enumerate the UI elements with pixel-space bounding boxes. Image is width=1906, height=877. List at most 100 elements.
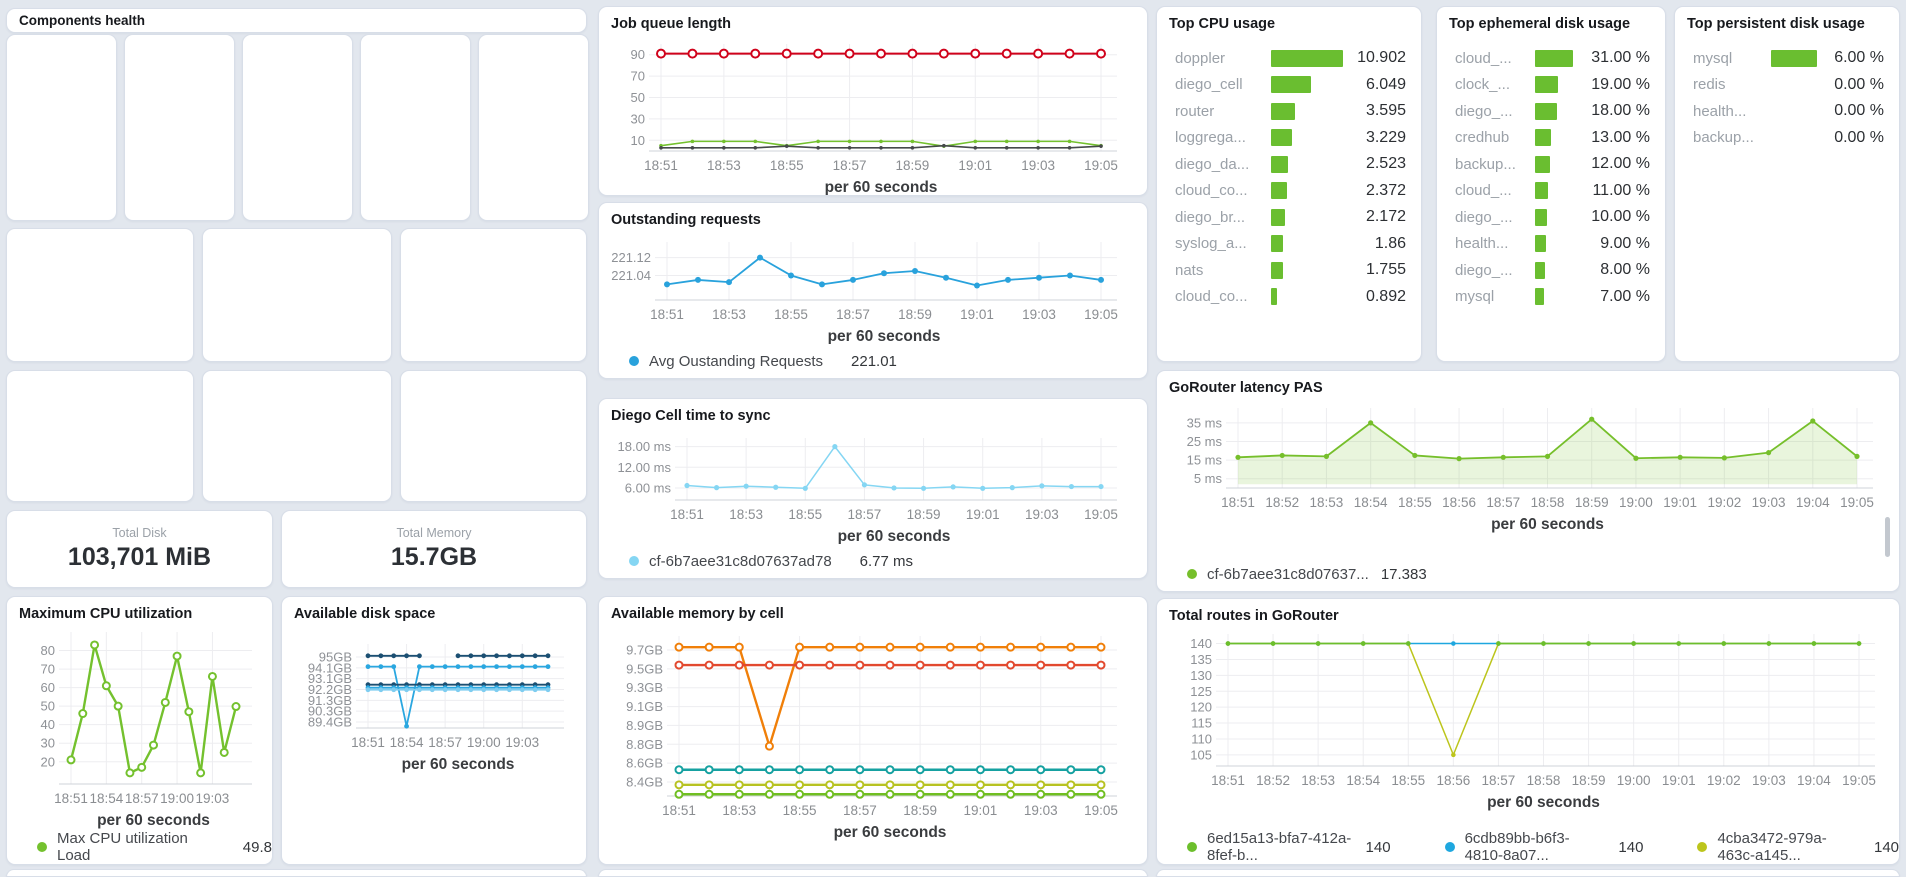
usage-row-value: 19.00 % [1591, 76, 1650, 94]
legend-item[interactable]: Avg Oustanding Requests221.01 [629, 353, 897, 370]
usage-list-row: loggrega...3.229 [1175, 125, 1406, 152]
svg-text:19:03: 19:03 [1021, 158, 1055, 173]
svg-text:19:05: 19:05 [1084, 803, 1118, 818]
svg-text:18.00 ms: 18.00 ms [618, 439, 672, 454]
legend-item[interactable]: 4cba3472-979a-463c-a145...140 [1697, 830, 1899, 864]
gorouter-latency-chart[interactable]: 35 ms25 ms15 ms5 ms18:5118:5218:5318:541… [1157, 396, 1899, 557]
usage-bar [1535, 288, 1544, 305]
stat-tile-max-fetch-cell-state: Max fetch cell state times 0.01 [400, 228, 587, 362]
usage-list-row: cloud_...11.00 % [1455, 178, 1650, 205]
usage-list-row: diego_...10.00 % [1455, 204, 1650, 231]
chart-legend: 6ed15a13-bfa7-412a-8fef-b...140 6cdb89bb-… [1157, 830, 1899, 864]
outstanding-requests-chart[interactable]: 221.12221.0418:5118:5318:5518:5718:5919:… [599, 228, 1147, 344]
svg-text:18:55: 18:55 [770, 158, 804, 173]
usage-row-name: diego_br... [1175, 209, 1271, 226]
panel-title[interactable]: Job queue length [599, 7, 1147, 32]
svg-text:18:57: 18:57 [1486, 495, 1520, 510]
svg-text:30: 30 [631, 111, 645, 126]
svg-text:9.1GB: 9.1GB [626, 699, 663, 714]
panel-title[interactable]: Total routes in GoRouter [1157, 599, 1899, 624]
legend-series-name: Max CPU utilization Load [57, 830, 215, 864]
usage-row-value: 31.00 % [1591, 49, 1650, 67]
svg-text:18:55: 18:55 [774, 307, 808, 322]
svg-text:19:01: 19:01 [964, 803, 998, 818]
stat-label: Backup-Restore [258, 105, 337, 119]
usage-row-name: router [1175, 103, 1271, 120]
svg-text:40: 40 [41, 717, 55, 732]
svg-text:19:05: 19:05 [1084, 307, 1118, 322]
job-queue-chart[interactable]: 907050301018:5118:5318:5518:5718:5919:01… [599, 32, 1147, 195]
svg-text:9.3GB: 9.3GB [626, 680, 663, 695]
usage-bar [1771, 50, 1817, 67]
svg-text:per 60 seconds: per 60 seconds [838, 528, 951, 544]
components-health-header: Components health [6, 8, 587, 33]
available-memory-chart[interactable]: 9.7GB9.5GB9.3GB9.1GB8.9GB8.8GB8.6GB8.4GB… [599, 622, 1147, 864]
svg-text:19:05: 19:05 [1842, 773, 1876, 788]
legend-item[interactable]: Max CPU utilization Load49.8 [37, 830, 272, 864]
panel-top-cpu-usage: Top CPU usage doppler10.902diego_cell6.0… [1156, 6, 1422, 362]
usage-bar [1271, 262, 1283, 279]
svg-text:105: 105 [1190, 747, 1212, 762]
usage-list-row: mysql6.00 % [1693, 45, 1884, 72]
panel-title[interactable]: Diego Cell time to sync [599, 399, 1147, 424]
legend-item[interactable]: 6cdb89bb-b6f3-4810-8a07...140 [1445, 830, 1644, 864]
svg-text:8.8GB: 8.8GB [626, 737, 663, 752]
usage-row-name: diego_... [1455, 209, 1535, 226]
usage-row-value: 13.00 % [1591, 129, 1650, 147]
svg-text:25 ms: 25 ms [1187, 434, 1223, 449]
available-disk-chart[interactable]: 95GB94.1GB93.1GB92.2GB91.3GB90.3GB89.4GB… [282, 622, 586, 864]
panel-title[interactable]: Top CPU usage [1157, 7, 1421, 32]
svg-text:18:51: 18:51 [1211, 773, 1245, 788]
svg-text:per 60 seconds: per 60 seconds [1487, 794, 1600, 811]
legend-item[interactable]: cf-6b7aee31c8d07637ad786.77 ms [629, 553, 913, 570]
svg-text:221.12: 221.12 [611, 250, 651, 265]
usage-bar-track [1271, 156, 1366, 173]
top-persistent-rows: mysql6.00 %redis0.00 %health...0.00 %bac… [1675, 32, 1899, 151]
stat-label: Max Convergence LRP Duration [416, 415, 571, 428]
usage-row-value: 1.755 [1366, 261, 1406, 279]
svg-text:19:03: 19:03 [196, 791, 230, 806]
scrollbar-thumb[interactable] [1885, 517, 1890, 557]
usage-bar-track [1771, 50, 1834, 67]
usage-row-name: clock_... [1455, 76, 1535, 93]
svg-text:140: 140 [1190, 636, 1212, 651]
usage-list-row: syslog_a...1.86 [1175, 231, 1406, 258]
usage-bar-track [1271, 103, 1366, 120]
usage-bar-track [1271, 262, 1366, 279]
stat-value: 0.08 s [460, 429, 527, 457]
panel-title[interactable]: Available memory by cell [599, 597, 1147, 622]
stat-tile: Max Convergence LRP Duration 0.08 s [410, 380, 577, 492]
usage-list-row: backup...12.00 % [1455, 151, 1650, 178]
usage-row-value: 0.00 % [1834, 129, 1884, 147]
panel-available-disk-space: Available disk space 95GB94.1GB93.1GB92.… [281, 596, 587, 865]
svg-text:9.7GB: 9.7GB [626, 643, 663, 658]
panel-title[interactable]: GoRouter latency PAS [1157, 371, 1899, 396]
legend-item[interactable]: cf-6b7aee31c8d07637...17.383 [1187, 566, 1427, 583]
panel-title[interactable]: Top ephemeral disk usage [1437, 7, 1665, 32]
svg-text:18:53: 18:53 [722, 803, 756, 818]
panel-title[interactable]: Outstanding requests [599, 203, 1147, 228]
total-routes-chart[interactable]: 14013513012512011511010518:5118:5218:531… [1157, 624, 1899, 830]
legend-item[interactable]: 6ed15a13-bfa7-412a-8fef-b...140 [1187, 830, 1391, 864]
usage-row-name: syslog_a... [1175, 235, 1271, 252]
svg-text:18:53: 18:53 [712, 307, 746, 322]
svg-text:18:52: 18:52 [1265, 495, 1299, 510]
usage-row-value: 10.902 [1357, 49, 1406, 67]
svg-text:18:57: 18:57 [843, 803, 877, 818]
svg-text:19:00: 19:00 [1617, 773, 1651, 788]
panel-title[interactable]: Maximum CPU utilization [7, 597, 272, 622]
panel-title[interactable]: Top persistent disk usage [1675, 7, 1899, 32]
usage-bar-track [1535, 156, 1591, 173]
stat-tile-router-emitter-sync: Max Router emitter sync duration 0.04 s [202, 370, 392, 502]
diego-sync-chart[interactable]: 18.00 ms12.00 ms6.00 ms18:5118:5318:5518… [599, 424, 1147, 544]
legend-dot-icon [37, 842, 47, 852]
cpu-utilization-chart[interactable]: 8070605040302018:5118:5418:5719:0019:03p… [7, 622, 272, 830]
usage-bar [1271, 156, 1288, 173]
svg-text:89.4GB: 89.4GB [308, 715, 352, 730]
usage-bar [1271, 235, 1283, 252]
total-memory-label: Total Memory [396, 526, 471, 540]
svg-text:18:58: 18:58 [1527, 773, 1561, 788]
svg-text:80: 80 [41, 643, 55, 658]
panel-title[interactable]: Available disk space [282, 597, 586, 622]
usage-row-name: cloud_... [1455, 182, 1535, 199]
